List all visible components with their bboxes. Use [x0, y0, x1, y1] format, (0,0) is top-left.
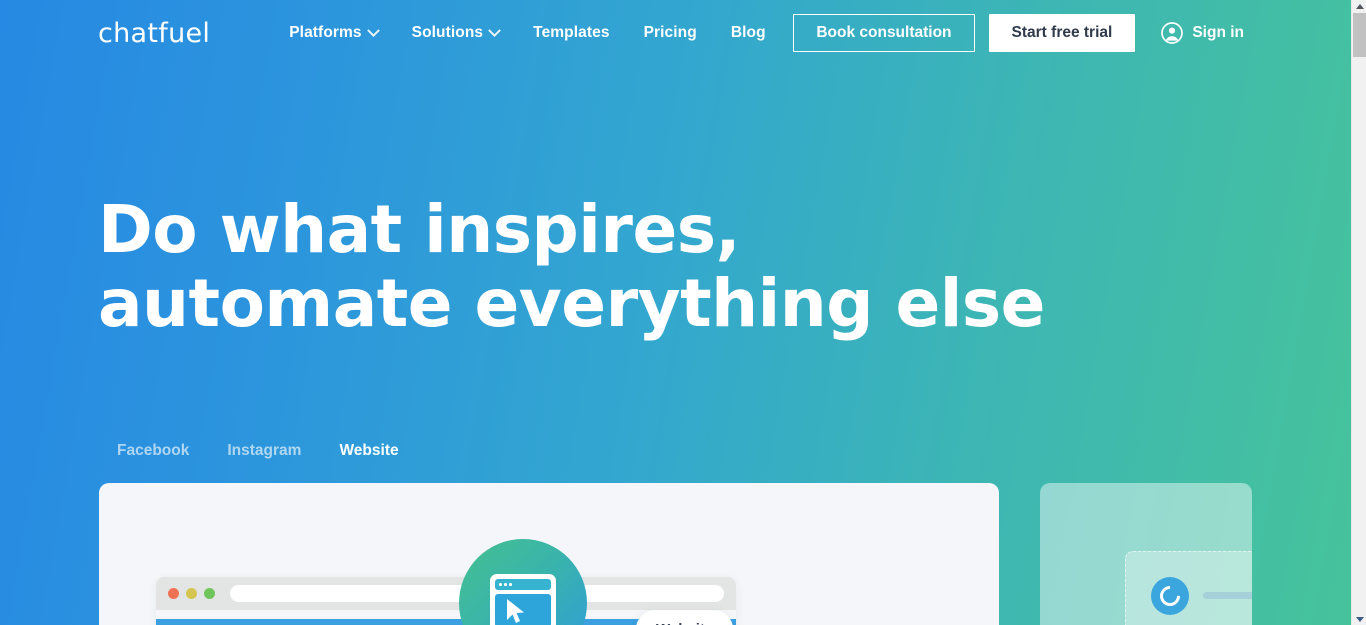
browser-mockup-titlebar	[156, 577, 736, 610]
chatfuel-logo[interactable]: chatfuel	[98, 20, 210, 47]
scroll-up-arrow-icon[interactable]	[1352, 0, 1366, 12]
mini-dot-icon	[504, 583, 507, 586]
c-letter-shape	[1155, 581, 1185, 611]
nav-item-solutions[interactable]: Solutions	[395, 14, 517, 52]
side-preview-panel	[1040, 483, 1252, 625]
chatfuel-c-logo-icon	[1151, 577, 1189, 615]
scroll-down-arrow-icon[interactable]	[1352, 613, 1366, 625]
mini-dot-icon	[509, 583, 512, 586]
hero-headline: Do what inspires, automate everything el…	[98, 193, 1045, 341]
headline-line-1: Do what inspires,	[98, 191, 741, 268]
page-scrollbar[interactable]	[1351, 0, 1366, 625]
traffic-light-maximize-icon	[204, 588, 215, 599]
website-channel-badge	[459, 539, 587, 625]
nav-item-label: Blog	[730, 24, 766, 41]
nav-item-blog[interactable]: Blog	[714, 14, 783, 52]
start-free-trial-button[interactable]: Start free trial	[988, 14, 1136, 52]
headline-line-2: automate everything else	[98, 265, 1045, 342]
site-header: chatfuel Platforms Solutions Templates P…	[0, 0, 1351, 66]
browser-viewport: chatfuel Platforms Solutions Templates P…	[0, 0, 1366, 625]
demo-preview-card: Website	[99, 483, 999, 625]
scroll-down-triangle	[1355, 616, 1364, 622]
tab-website[interactable]: Website	[320, 438, 417, 464]
traffic-light-minimize-icon	[186, 588, 197, 599]
main-navigation: Platforms Solutions Templates Pricing Bl…	[272, 14, 782, 52]
nav-item-label: Platforms	[289, 24, 362, 41]
sign-in-link[interactable]: Sign in	[1161, 22, 1244, 44]
user-avatar-icon	[1161, 22, 1184, 44]
hero-page: chatfuel Platforms Solutions Templates P…	[0, 0, 1351, 625]
nav-item-label: Pricing	[643, 24, 697, 41]
chevron-down-icon	[488, 23, 502, 37]
mini-dot-icon	[499, 583, 502, 586]
traffic-light-close-icon	[168, 588, 179, 599]
sign-in-label: Sign in	[1192, 24, 1244, 41]
nav-item-pricing[interactable]: Pricing	[627, 14, 714, 52]
header-actions: Book consultation Start free trial Sign …	[793, 14, 1351, 52]
mini-window-titlebar	[495, 579, 551, 590]
mouse-cursor-icon	[507, 599, 524, 623]
nav-item-templates[interactable]: Templates	[516, 14, 626, 52]
tab-instagram[interactable]: Instagram	[208, 438, 320, 464]
chevron-down-icon	[366, 23, 380, 37]
nav-item-label: Templates	[533, 24, 610, 41]
website-pill-label: Website	[636, 610, 734, 625]
browser-window-cursor-icon	[490, 574, 556, 625]
channel-tabs: Facebook Instagram Website	[98, 438, 418, 464]
side-preview-inner-card	[1125, 551, 1252, 625]
mini-window-body	[495, 594, 551, 625]
scrollbar-thumb[interactable]	[1353, 13, 1366, 57]
nav-item-platforms[interactable]: Platforms	[272, 14, 394, 52]
scroll-up-triangle	[1355, 3, 1364, 9]
side-placeholder-line	[1203, 592, 1252, 599]
book-consultation-button[interactable]: Book consultation	[793, 14, 975, 52]
nav-item-label: Solutions	[411, 24, 484, 41]
tab-facebook[interactable]: Facebook	[98, 438, 208, 464]
